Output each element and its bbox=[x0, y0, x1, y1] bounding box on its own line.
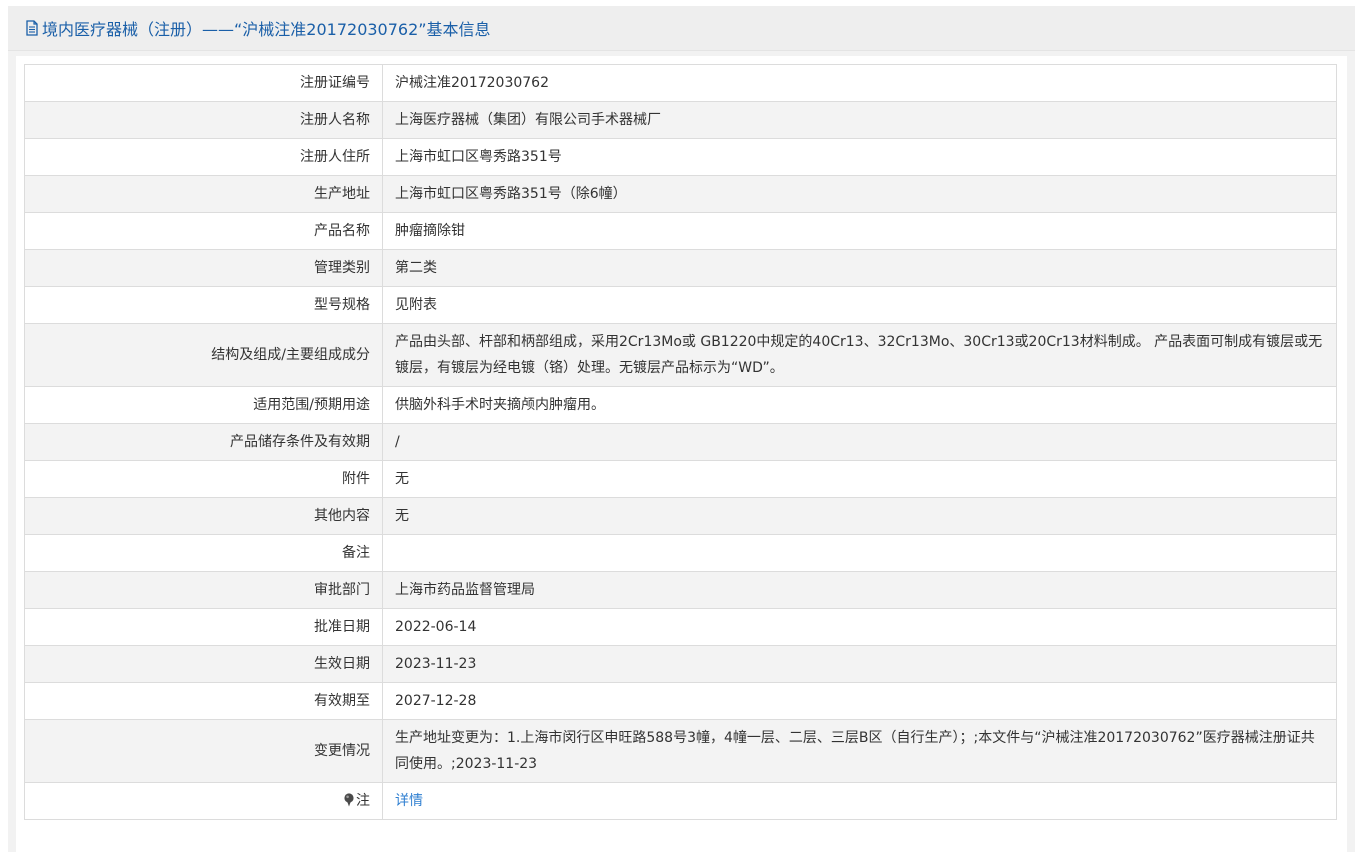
content-panel: 注册证编号 沪械注准20172030762 注册人名称 上海医疗器械（集团）有限… bbox=[16, 56, 1347, 852]
table-row: 注册人住所 上海市虹口区粤秀路351号 bbox=[24, 138, 1337, 176]
table-row: 生产地址 上海市虹口区粤秀路351号（除6幢） bbox=[24, 175, 1337, 213]
row-value: 无 bbox=[382, 497, 1337, 535]
table-row: 结构及组成/主要组成成分 产品由头部、杆部和柄部组成，采用2Cr13Mo或 GB… bbox=[24, 323, 1337, 387]
document-icon bbox=[26, 20, 38, 36]
row-label: 结构及组成/主要组成成分 bbox=[24, 323, 383, 387]
row-label: 注册人住所 bbox=[24, 138, 383, 176]
table-row: 生效日期 2023-11-23 bbox=[24, 645, 1337, 683]
row-label: 其他内容 bbox=[24, 497, 383, 535]
row-label: 生效日期 bbox=[24, 645, 383, 683]
table-row: 产品名称 肿瘤摘除钳 bbox=[24, 212, 1337, 250]
row-label: 审批部门 bbox=[24, 571, 383, 609]
page-header: 境内医疗器械（注册）——“沪械注准20172030762”基本信息 bbox=[8, 6, 1355, 51]
table-row: 审批部门 上海市药品监督管理局 bbox=[24, 571, 1337, 609]
note-value-cell: 详情 bbox=[382, 782, 1337, 820]
row-label: 适用范围/预期用途 bbox=[24, 386, 383, 424]
row-value: 见附表 bbox=[382, 286, 1337, 324]
row-value: 2023-11-23 bbox=[382, 645, 1337, 683]
row-value: 上海市虹口区粤秀路351号（除6幢） bbox=[382, 175, 1337, 213]
row-value: 上海市药品监督管理局 bbox=[382, 571, 1337, 609]
row-label: 附件 bbox=[24, 460, 383, 498]
table-row: 产品储存条件及有效期 / bbox=[24, 423, 1337, 461]
row-label: 产品储存条件及有效期 bbox=[24, 423, 383, 461]
row-label: 型号规格 bbox=[24, 286, 383, 324]
note-label-cell: 注 bbox=[24, 782, 383, 820]
row-value: 供脑外科手术时夹摘颅内肿瘤用。 bbox=[382, 386, 1337, 424]
info-table: 注册证编号 沪械注准20172030762 注册人名称 上海医疗器械（集团）有限… bbox=[24, 64, 1337, 820]
row-label: 有效期至 bbox=[24, 682, 383, 720]
table-row: 适用范围/预期用途 供脑外科手术时夹摘颅内肿瘤用。 bbox=[24, 386, 1337, 424]
row-value: 第二类 bbox=[382, 249, 1337, 287]
row-label: 变更情况 bbox=[24, 719, 383, 783]
row-value: 产品由头部、杆部和柄部组成，采用2Cr13Mo或 GB1220中规定的40Cr1… bbox=[382, 323, 1337, 387]
table-row: 注册证编号 沪械注准20172030762 bbox=[24, 64, 1337, 102]
row-value: 上海医疗器械（集团）有限公司手术器械厂 bbox=[382, 101, 1337, 139]
note-row: 注 详情 bbox=[24, 782, 1337, 820]
table-row: 有效期至 2027-12-28 bbox=[24, 682, 1337, 720]
table-row: 注册人名称 上海医疗器械（集团）有限公司手术器械厂 bbox=[24, 101, 1337, 139]
pin-icon bbox=[344, 793, 354, 807]
row-value: 生产地址变更为：1.上海市闵行区申旺路588号3幢，4幢一层、二层、三层B区（自… bbox=[382, 719, 1337, 783]
row-value: 肿瘤摘除钳 bbox=[382, 212, 1337, 250]
note-label: 注 bbox=[356, 793, 370, 809]
table-row: 其他内容 无 bbox=[24, 497, 1337, 535]
page-title: 境内医疗器械（注册）——“沪械注准20172030762”基本信息 bbox=[42, 20, 491, 39]
row-label: 管理类别 bbox=[24, 249, 383, 287]
row-label: 批准日期 bbox=[24, 608, 383, 646]
row-value: 无 bbox=[382, 460, 1337, 498]
table-row: 型号规格 见附表 bbox=[24, 286, 1337, 324]
row-value: 上海市虹口区粤秀路351号 bbox=[382, 138, 1337, 176]
row-value bbox=[382, 534, 1337, 572]
row-label: 生产地址 bbox=[24, 175, 383, 213]
info-table-body: 注册证编号 沪械注准20172030762 注册人名称 上海医疗器械（集团）有限… bbox=[24, 64, 1337, 820]
page-container: 境内医疗器械（注册）——“沪械注准20172030762”基本信息 注册证编号 … bbox=[8, 6, 1355, 852]
table-row: 管理类别 第二类 bbox=[24, 249, 1337, 287]
row-value: 沪械注准20172030762 bbox=[382, 64, 1337, 102]
row-value: 2022-06-14 bbox=[382, 608, 1337, 646]
row-label: 产品名称 bbox=[24, 212, 383, 250]
row-value: 2027-12-28 bbox=[382, 682, 1337, 720]
detail-link[interactable]: 详情 bbox=[395, 793, 423, 809]
table-row: 变更情况 生产地址变更为：1.上海市闵行区申旺路588号3幢，4幢一层、二层、三… bbox=[24, 719, 1337, 783]
row-label: 备注 bbox=[24, 534, 383, 572]
row-value: / bbox=[382, 423, 1337, 461]
row-label: 注册证编号 bbox=[24, 64, 383, 102]
table-row: 批准日期 2022-06-14 bbox=[24, 608, 1337, 646]
row-label: 注册人名称 bbox=[24, 101, 383, 139]
table-row: 备注 bbox=[24, 534, 1337, 572]
table-row: 附件 无 bbox=[24, 460, 1337, 498]
